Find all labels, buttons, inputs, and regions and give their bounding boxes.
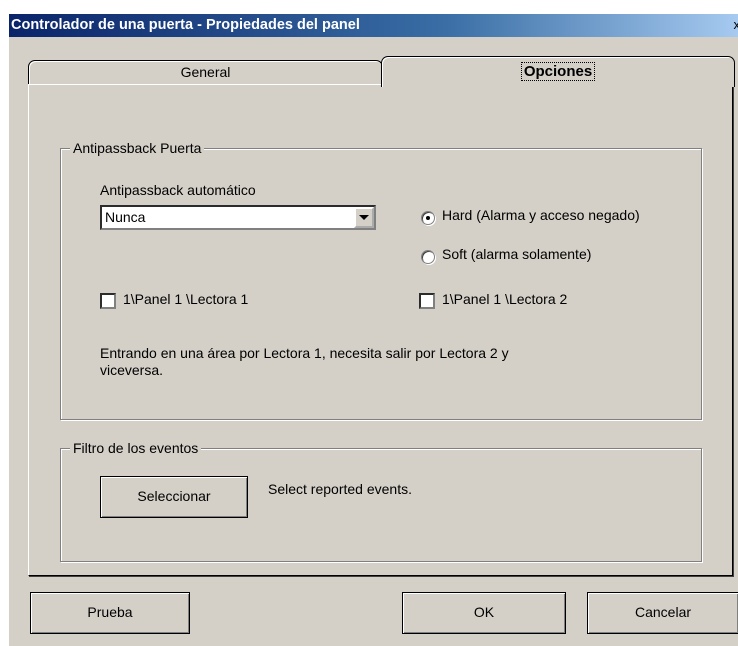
- reader1-checkbox[interactable]: [100, 293, 116, 309]
- tab-general-label: General: [180, 64, 231, 80]
- cancel-button[interactable]: Cancelar: [587, 592, 738, 634]
- chevron-down-icon: [359, 215, 369, 220]
- ok-button-label: OK: [473, 604, 495, 620]
- events-filter-group-label: Filtro de los eventos: [70, 440, 202, 456]
- antipassback-group: Antipassback Puerta Antipassback automát…: [60, 140, 702, 420]
- radio-soft-label[interactable]: Soft (alarma solamente): [442, 246, 591, 262]
- test-button[interactable]: Prueba: [30, 592, 190, 634]
- title-bar[interactable]: Controlador de una puerta - Propiedades …: [9, 14, 738, 37]
- close-icon[interactable]: x: [734, 17, 738, 32]
- window-title: Controlador de una puerta - Propiedades …: [11, 17, 360, 33]
- select-events-button[interactable]: Seleccionar: [100, 476, 248, 518]
- auto-antipassback-value: Nunca: [105, 209, 146, 225]
- tab-opciones-label: Opciones: [520, 62, 596, 81]
- radio-hard-label[interactable]: Hard (Alarma y acceso negado): [442, 207, 640, 223]
- auto-antipassback-select[interactable]: Nunca: [100, 205, 376, 230]
- dropdown-button[interactable]: [354, 207, 374, 228]
- ok-button[interactable]: OK: [402, 592, 566, 634]
- antipassback-note-line1: Entrando en una área por Lectora 1, nece…: [100, 345, 509, 361]
- antipassback-note-line2: viceversa.: [100, 362, 164, 378]
- select-events-button-label: Seleccionar: [137, 488, 211, 504]
- antipassback-group-label: Antipassback Puerta: [70, 140, 205, 156]
- radio-selected-dot: [426, 216, 430, 220]
- dialog-window: Controlador de una puerta - Propiedades …: [9, 14, 738, 646]
- tab-general[interactable]: General: [28, 60, 383, 85]
- auto-antipassback-label: Antipassback automático: [100, 182, 256, 198]
- events-filter-group: Filtro de los eventos Seleccionar Select…: [60, 440, 702, 562]
- test-button-label: Prueba: [87, 604, 133, 620]
- radio-hard[interactable]: [421, 211, 435, 225]
- options-panel: Antipassback Puerta Antipassback automát…: [28, 84, 733, 576]
- events-description: Select reported events.: [268, 481, 412, 497]
- reader2-label[interactable]: 1\Panel 1 \Lectora 2: [442, 291, 567, 307]
- tab-opciones[interactable]: Opciones: [381, 56, 735, 87]
- radio-soft[interactable]: [421, 250, 435, 264]
- cancel-button-label: Cancelar: [634, 604, 692, 620]
- reader1-label[interactable]: 1\Panel 1 \Lectora 1: [123, 291, 248, 307]
- reader2-checkbox[interactable]: [419, 293, 435, 309]
